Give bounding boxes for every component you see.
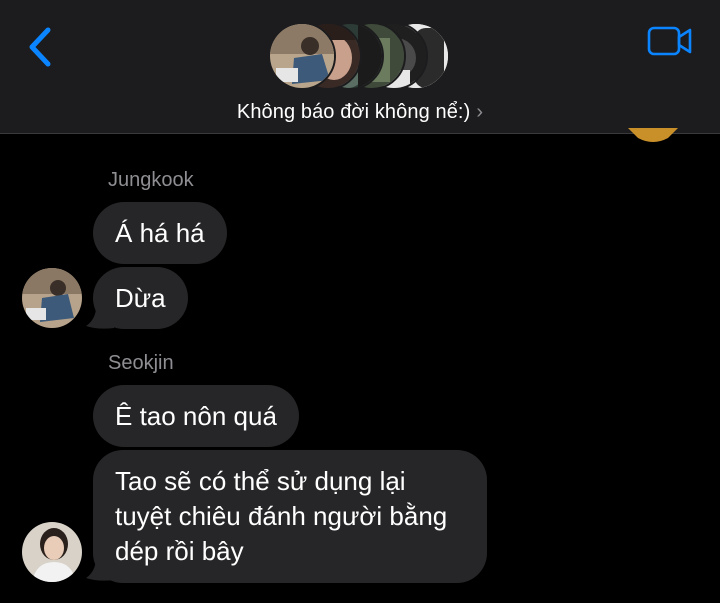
sender-name: Seokjin: [108, 352, 174, 374]
seokjin-avatar-image: [22, 522, 82, 582]
chevron-right-icon: ›: [476, 101, 484, 123]
sender-name: Jungkook: [108, 169, 194, 191]
group-name: Không báo đời không nể:): [236, 101, 471, 123]
message-bubble[interactable]: Á há há: [93, 202, 227, 264]
avatar[interactable]: [22, 522, 82, 582]
sticker-fragment: [628, 128, 678, 144]
avatar[interactable]: [22, 268, 82, 328]
chevron-left-icon: [29, 27, 51, 67]
message-bubble[interactable]: Tao sẽ có thể sử dụng lại tuyệt chiêu đá…: [93, 450, 487, 583]
chat-header: Không báo đời không nể:) ›: [0, 0, 720, 134]
group-name-link[interactable]: Không báo đời không nể:) ›: [0, 101, 720, 124]
bubble-tail: [86, 550, 114, 581]
message-bubble[interactable]: Ê tao nôn quá: [93, 385, 299, 447]
video-call-button[interactable]: [646, 24, 694, 58]
group-member-avatar: [268, 22, 336, 90]
group-avatar-stack[interactable]: [268, 22, 458, 92]
jungkook-avatar-image: [22, 268, 82, 328]
bubble-tail: [86, 300, 114, 329]
back-button[interactable]: [22, 24, 58, 70]
video-camera-icon: [647, 26, 692, 56]
